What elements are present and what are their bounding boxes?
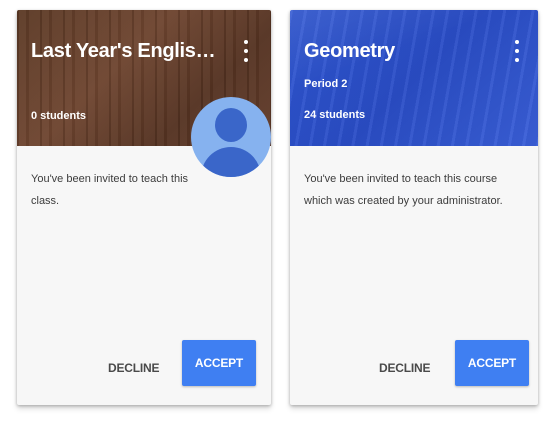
person-avatar-icon [191, 97, 271, 177]
decline-button[interactable]: DECLINE [108, 353, 159, 383]
decline-button[interactable]: DECLINE [379, 353, 430, 383]
class-title[interactable]: Last Year's English Class [31, 40, 217, 63]
class-section: Period 2 [304, 78, 348, 90]
class-banner: Geometry Period 2 24 students [290, 10, 538, 146]
accept-button[interactable]: ACCEPT [182, 340, 256, 386]
class-card-english[interactable]: Last Year's English Class 0 students You… [17, 10, 271, 405]
student-count: 0 students [31, 110, 87, 122]
student-count: 24 students [304, 109, 366, 121]
class-title[interactable]: Geometry [304, 40, 494, 63]
invitation-text: You've been invited to teach this course… [304, 173, 503, 207]
more-vert-icon[interactable] [510, 40, 524, 62]
more-vert-icon[interactable] [239, 40, 253, 62]
class-invitations: Last Year's English Class 0 students You… [0, 0, 546, 422]
invitation-text: You've been invited to teach this class. [31, 173, 189, 207]
class-card-geometry[interactable]: Geometry Period 2 24 students You've bee… [290, 10, 538, 405]
accept-button[interactable]: ACCEPT [455, 340, 529, 386]
